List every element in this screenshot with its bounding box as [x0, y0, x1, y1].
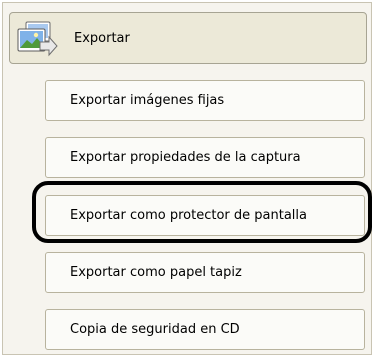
- menu-item-label: Copia de seguridad en CD: [70, 322, 240, 337]
- menu-item-backup-cd[interactable]: Copia de seguridad en CD: [45, 309, 365, 350]
- export-panel: Exportar Exportar imágenes fijas Exporta…: [2, 2, 372, 355]
- export-section-header[interactable]: Exportar: [9, 12, 367, 64]
- menu-item-export-still-images[interactable]: Exportar imágenes fijas: [45, 80, 365, 121]
- menu-item-label: Exportar como protector de pantalla: [70, 208, 307, 223]
- menu-item-export-capture-properties[interactable]: Exportar propiedades de la captura: [45, 137, 365, 178]
- menu-item-label: Exportar propiedades de la captura: [70, 150, 301, 165]
- export-images-icon: [16, 20, 58, 58]
- export-section-title: Exportar: [74, 31, 130, 46]
- menu-item-label: Exportar imágenes fijas: [70, 93, 225, 108]
- menu-item-export-wallpaper[interactable]: Exportar como papel tapiz: [45, 252, 365, 293]
- menu-item-export-screensaver[interactable]: Exportar como protector de pantalla: [45, 195, 365, 236]
- menu-item-label: Exportar como papel tapiz: [70, 265, 242, 280]
